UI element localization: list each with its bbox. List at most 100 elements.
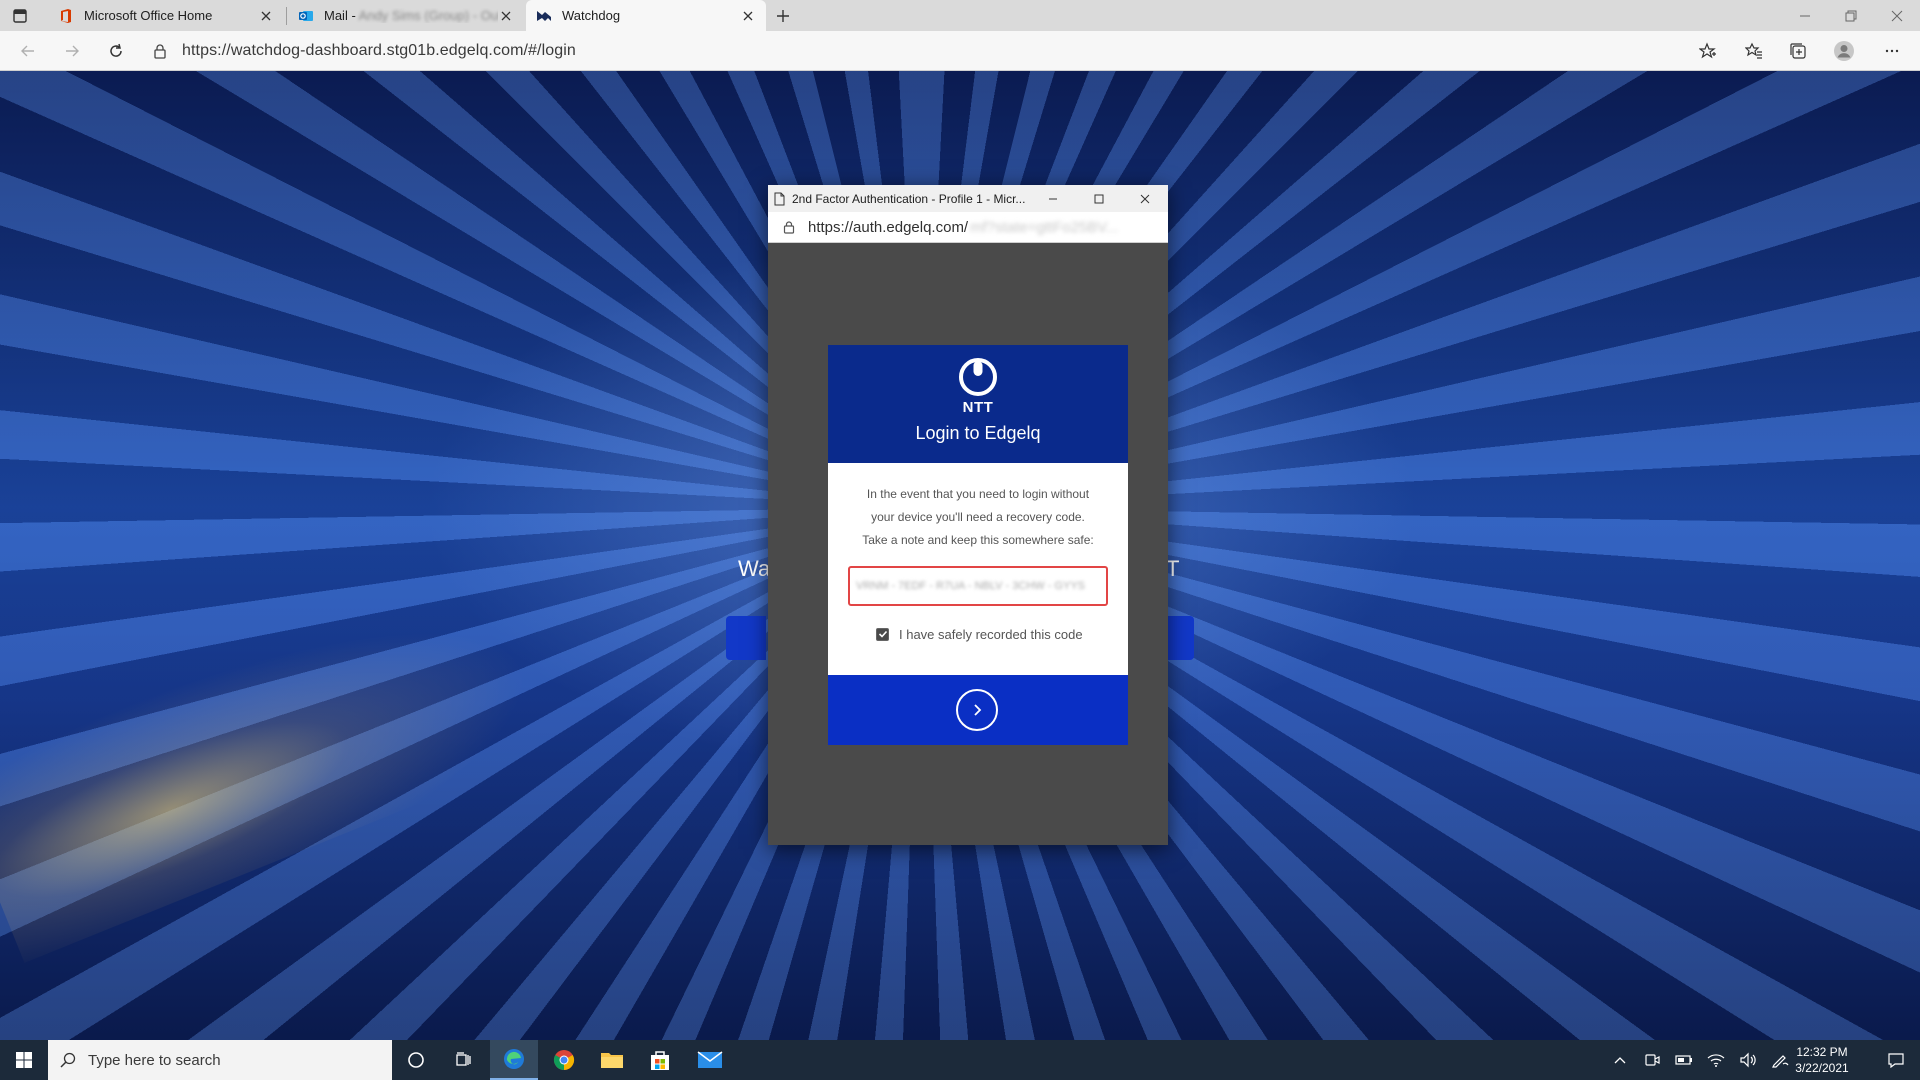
cortana-icon xyxy=(408,1052,424,1068)
chevron-up-icon xyxy=(1614,1057,1626,1064)
favorite-button[interactable] xyxy=(1696,39,1720,63)
lock-icon xyxy=(154,44,166,59)
popup-close-button[interactable] xyxy=(1122,185,1168,212)
next-button[interactable] xyxy=(956,689,998,731)
tray-meet-now[interactable] xyxy=(1636,1040,1668,1080)
minimize-icon xyxy=(1049,198,1057,199)
collections-button[interactable] xyxy=(1786,39,1810,63)
pen-icon xyxy=(1772,1055,1789,1068)
clock-date: 3/22/2021 xyxy=(1795,1061,1849,1075)
search-placeholder: Type here to search xyxy=(88,1051,221,1069)
recovery-message-line: your device you'll need a recovery code. xyxy=(871,510,1085,524)
recorded-code-checkbox-row[interactable]: I have safely recorded this code xyxy=(876,625,1083,643)
taskbar-store[interactable] xyxy=(636,1040,684,1080)
favorites-button[interactable] xyxy=(1742,39,1766,63)
card-footer xyxy=(828,675,1128,745)
avatar-icon xyxy=(1834,41,1854,61)
popup-address-bar: https://auth.edgelq.com/ mf?state=gttFo2… xyxy=(768,212,1168,243)
recorded-code-checkbox[interactable] xyxy=(876,627,889,641)
popup-maximize-button[interactable] xyxy=(1076,185,1122,212)
taskbar-file-explorer[interactable] xyxy=(588,1040,636,1080)
forward-button[interactable] xyxy=(60,39,84,63)
settings-more-button[interactable] xyxy=(1880,39,1904,63)
close-icon[interactable] xyxy=(740,8,756,24)
page-heading-partial: Wa xyxy=(738,556,771,581)
more-icon xyxy=(1885,49,1899,53)
check-icon xyxy=(878,630,887,638)
close-icon xyxy=(1891,10,1903,21)
restore-button[interactable] xyxy=(1828,0,1874,31)
maximize-icon xyxy=(1094,194,1104,203)
light-streak xyxy=(0,519,618,963)
taskbar-clock[interactable]: 12:32 PM 3/22/2021 xyxy=(1790,1044,1854,1076)
refresh-icon xyxy=(110,43,122,57)
brand-name: NTT xyxy=(962,399,994,416)
clock-time: 12:32 PM xyxy=(1796,1045,1848,1059)
browser-toolbar: https://watchdog-dashboard.stg01b.edgelq… xyxy=(0,31,1920,71)
favorites-icon xyxy=(1745,42,1762,59)
refresh-button[interactable] xyxy=(104,39,128,63)
address-bar[interactable]: https://watchdog-dashboard.stg01b.edgelq… xyxy=(152,39,1712,63)
folder-icon xyxy=(601,1053,623,1068)
taskbar-search-box[interactable]: Type here to search xyxy=(48,1040,392,1080)
cortana-button[interactable] xyxy=(392,1040,440,1080)
tab-title: Microsoft Office Home xyxy=(84,8,213,23)
recovery-message-line: In the event that you need to login with… xyxy=(866,487,1090,501)
browser-tab-strip: Microsoft Office Home Mail - Andy Sims (… xyxy=(0,0,1920,31)
page-login-button[interactable] xyxy=(726,616,766,660)
mail-icon xyxy=(697,1051,723,1068)
taskbar-mail[interactable] xyxy=(686,1040,734,1080)
minimize-button[interactable] xyxy=(1782,0,1828,31)
taskbar-edge[interactable] xyxy=(490,1040,538,1080)
star-add-icon xyxy=(1699,42,1716,59)
recovery-code-field[interactable]: VRNM - 7EDF - R7UA - NBLV - 3CHW - GYYS xyxy=(848,566,1108,606)
close-icon[interactable] xyxy=(498,8,514,24)
new-tab-button[interactable] xyxy=(772,5,794,27)
tray-volume[interactable] xyxy=(1732,1040,1764,1080)
profile-button[interactable] xyxy=(1832,39,1856,63)
close-icon xyxy=(1140,194,1150,203)
tab-title: Watchdog xyxy=(562,8,621,23)
tray-battery[interactable] xyxy=(1668,1040,1700,1080)
task-view-icon xyxy=(456,1052,471,1066)
url-text: https://watchdog-dashboard.stg01b.edgelq… xyxy=(182,42,576,59)
notification-center-button[interactable] xyxy=(1872,1040,1920,1080)
tab-title: Mail - xyxy=(324,8,359,23)
close-window-button[interactable] xyxy=(1874,0,1920,31)
tab-watchdog[interactable]: Watchdog xyxy=(526,0,766,31)
tab-office-home[interactable]: Microsoft Office Home xyxy=(48,0,284,31)
arrow-right-icon xyxy=(66,45,79,57)
tab-title-blurred: Andy Sims (Group) - Outlo xyxy=(358,8,498,23)
taskbar-chrome[interactable] xyxy=(540,1040,588,1080)
popup-title-bar: 2nd Factor Authentication - Profile 1 - … xyxy=(768,185,1168,212)
recovery-message-line: Take a note and keep this somewhere safe… xyxy=(862,533,1094,547)
lock-icon xyxy=(783,221,795,234)
plus-icon xyxy=(777,10,789,22)
wifi-icon xyxy=(1707,1054,1725,1067)
card-header: NTT Login to Edgelq xyxy=(828,345,1128,463)
popup-url-blurred: mf?state=gttFo25BV... xyxy=(970,218,1119,236)
tray-network[interactable] xyxy=(1700,1040,1732,1080)
battery-icon xyxy=(1675,1055,1692,1065)
popup-minimize-button[interactable] xyxy=(1030,185,1076,212)
collections-icon xyxy=(1790,43,1806,59)
outlook-icon xyxy=(298,8,314,24)
close-icon[interactable] xyxy=(258,8,274,24)
back-button[interactable] xyxy=(16,39,40,63)
card-body: In the event that you need to login with… xyxy=(828,463,1128,675)
recovery-message: In the event that you need to login with… xyxy=(848,483,1108,552)
tray-overflow-button[interactable] xyxy=(1604,1040,1636,1080)
notification-icon xyxy=(1888,1053,1904,1068)
store-icon xyxy=(651,1051,669,1070)
windows-taskbar: Type here to search 12:32 PM 3/22/2021 xyxy=(0,1040,1920,1080)
task-view-button[interactable] xyxy=(440,1040,488,1080)
start-button[interactable] xyxy=(0,1040,48,1080)
recovery-code-value: VRNM - 7EDF - R7UA - NBLV - 3CHW - GYYS xyxy=(856,580,1085,592)
chevron-right-icon xyxy=(974,704,982,716)
meet-now-icon xyxy=(1645,1054,1660,1066)
tab-actions-icon[interactable] xyxy=(12,8,28,24)
popup-url-text: https://auth.edgelq.com/ xyxy=(808,218,969,236)
tab-mail-outlook[interactable]: Mail - Andy Sims (Group) - Outlo xyxy=(288,0,524,31)
restore-icon xyxy=(1845,10,1857,21)
ntt-logo-icon xyxy=(959,358,997,396)
